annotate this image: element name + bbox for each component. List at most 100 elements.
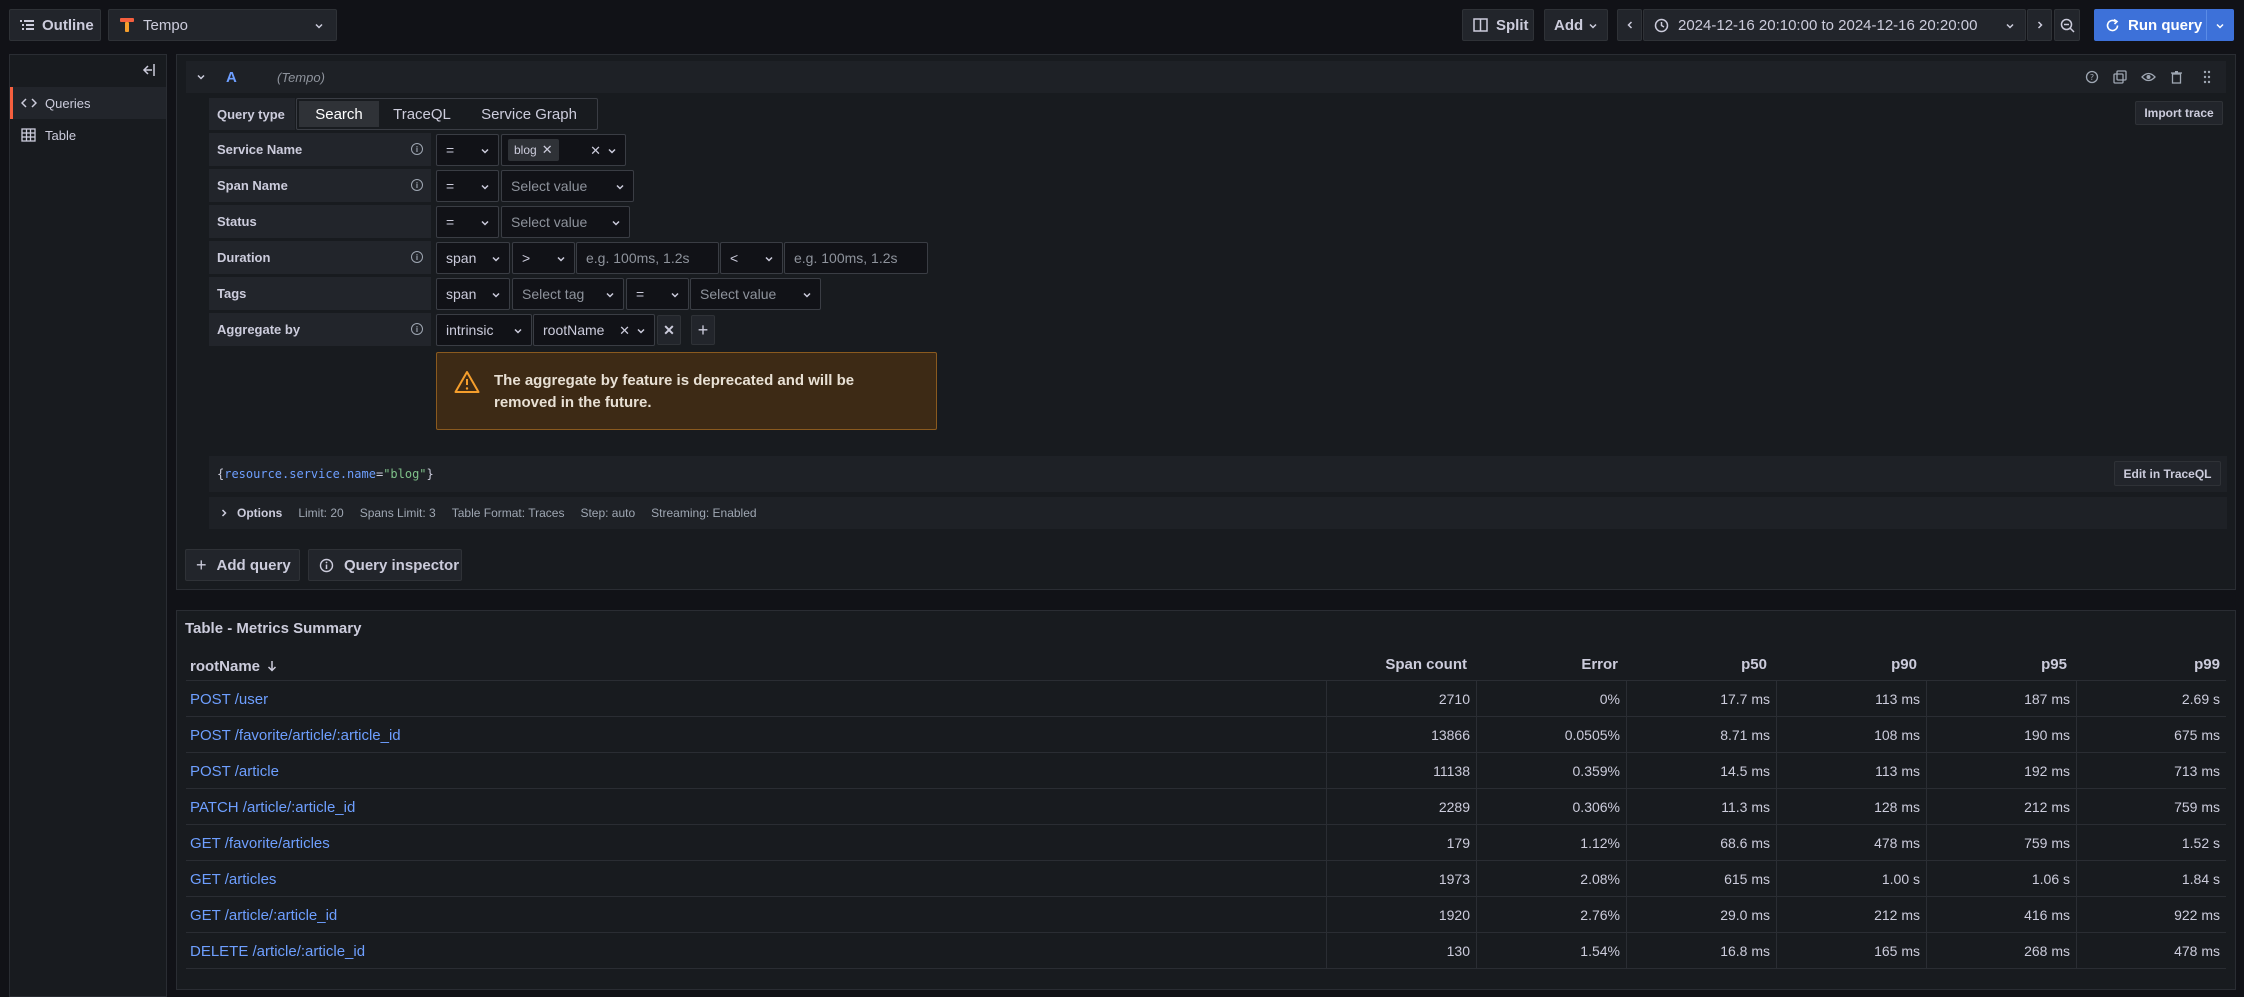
rootname-link[interactable]: PATCH /article/:article_id — [190, 799, 355, 816]
cell-p95: 1.06 s — [2031, 871, 2070, 887]
column-header-p99[interactable]: p99 — [2080, 656, 2220, 676]
eye-icon[interactable] — [2141, 71, 2156, 83]
aggregate-attribute-select[interactable]: rootName ✕ — [533, 314, 655, 346]
operator-value: < — [730, 250, 739, 266]
options-row[interactable]: Options Limit: 20 Spans Limit: 3 Table F… — [209, 497, 2227, 529]
clear-icon[interactable]: ✕ — [590, 143, 601, 159]
rootname-link[interactable]: DELETE /article/:article_id — [190, 943, 365, 960]
options-spans-limit: Spans Limit: 3 — [359, 506, 436, 520]
tags-operator[interactable]: = — [626, 278, 689, 310]
status-operator[interactable]: = — [436, 206, 499, 238]
chevron-down-icon — [491, 290, 501, 300]
plus-icon: + — [697, 319, 709, 340]
drag-handle-icon[interactable] — [2203, 70, 2211, 84]
rootname-link[interactable]: GET /articles — [190, 871, 276, 888]
collapse-query-icon[interactable] — [196, 72, 206, 82]
column-header-rootname[interactable]: rootName — [190, 656, 277, 676]
time-forward-button[interactable] — [2027, 9, 2052, 41]
tags-label: Tags — [209, 277, 431, 310]
tags-value-select[interactable]: Select value — [690, 278, 821, 310]
table-row: GET /article/:article_id 1920 2.76% 29.0… — [186, 897, 2226, 933]
query-type-label: Query type — [209, 98, 295, 130]
chevron-down-icon — [480, 218, 490, 228]
duration-min-input[interactable]: e.g. 100ms, 1.2s — [576, 242, 719, 274]
span-name-operator[interactable]: = — [436, 170, 499, 202]
time-back-button[interactable] — [1617, 9, 1642, 41]
tags-tag-select[interactable]: Select tag — [512, 278, 624, 310]
tags-scope-select[interactable]: span — [436, 278, 510, 310]
operator-value: > — [522, 250, 531, 266]
chevron-down-icon — [2005, 21, 2015, 31]
status-value-select[interactable]: Select value — [501, 206, 630, 238]
sidebar-item-queries[interactable]: Queries — [10, 87, 166, 119]
query-ref-id[interactable]: A — [226, 69, 237, 86]
cell-p90: 478 ms — [1874, 835, 1920, 851]
run-query-button[interactable]: Run query — [2094, 9, 2234, 41]
column-divider — [1326, 789, 1327, 825]
cell-span-count: 2289 — [1438, 799, 1470, 815]
column-divider — [1776, 897, 1777, 933]
column-divider — [1326, 861, 1327, 897]
column-divider — [1926, 933, 1927, 969]
list-icon — [20, 19, 34, 31]
add-query-button[interactable]: + Add query — [185, 549, 300, 581]
aggregate-scope-select[interactable]: intrinsic — [436, 314, 532, 346]
time-range-picker[interactable]: 2024-12-16 20:10:00 to 2024-12-16 20:20:… — [1643, 9, 2026, 41]
add-button[interactable]: Add — [1544, 9, 1608, 41]
sidebar-item-table[interactable]: Table — [10, 119, 166, 151]
operator-value: = — [636, 286, 645, 302]
query-type-service-graph[interactable]: Service Graph — [465, 101, 593, 127]
info-icon: i — [411, 143, 423, 155]
aggregate-by-label: Aggregate by i — [209, 313, 431, 346]
column-header-p95[interactable]: p95 — [1930, 656, 2067, 676]
remove-chip-icon[interactable]: ✕ — [542, 142, 553, 158]
help-icon[interactable]: ? — [2085, 70, 2099, 84]
table-row: GET /articles 1973 2.08% 615 ms 1.00 s 1… — [186, 861, 2226, 897]
cell-p90: 108 ms — [1874, 727, 1920, 743]
duration-min-operator[interactable]: > — [512, 242, 575, 274]
rootname-link[interactable]: POST /article — [190, 763, 279, 780]
rootname-link[interactable]: GET /article/:article_id — [190, 907, 337, 924]
placeholder: e.g. 100ms, 1.2s — [794, 250, 898, 266]
query-type-search[interactable]: Search — [299, 101, 379, 127]
zoom-out-button[interactable] — [2054, 9, 2080, 41]
service-name-value-select[interactable]: blog ✕ ✕ — [501, 134, 626, 166]
span-name-value-select[interactable]: Select value — [501, 170, 634, 202]
datasource-picker[interactable]: Tempo — [108, 9, 337, 41]
chevron-down-icon[interactable] — [2215, 21, 2225, 31]
column-header-p50[interactable]: p50 — [1630, 656, 1767, 676]
service-name-operator[interactable]: = — [436, 134, 499, 166]
column-header-p90[interactable]: p90 — [1780, 656, 1917, 676]
rootname-link[interactable]: POST /favorite/article/:article_id — [190, 727, 401, 744]
outline-button[interactable]: Outline — [9, 9, 101, 41]
collapse-sidebar-icon[interactable] — [139, 63, 155, 77]
column-divider — [1926, 753, 1927, 789]
import-trace-button[interactable]: Import trace — [2135, 101, 2223, 125]
duration-max-input[interactable]: e.g. 100ms, 1.2s — [784, 242, 928, 274]
cell-rootname: DELETE /article/:article_id — [190, 933, 365, 969]
column-header-label: Span count — [1385, 656, 1467, 673]
column-divider — [1476, 681, 1477, 717]
cell-p50: 17.7 ms — [1720, 691, 1770, 707]
edit-in-traceql-button[interactable]: Edit in TraceQL — [2114, 461, 2221, 486]
duration-max-operator[interactable]: < — [720, 242, 783, 274]
rootname-link[interactable]: GET /favorite/articles — [190, 835, 330, 852]
column-header-span-count[interactable]: Span count — [1330, 656, 1467, 676]
remove-aggregate-button[interactable]: ✕ — [657, 315, 681, 345]
service-name-label: Service Name i — [209, 133, 431, 166]
trash-icon[interactable] — [2170, 70, 2183, 84]
query-inspector-button[interactable]: Query inspector — [308, 549, 462, 581]
table-row: PATCH /article/:article_id 2289 0.306% 1… — [186, 789, 2226, 825]
column-divider — [1626, 717, 1627, 753]
add-aggregate-button[interactable]: + — [691, 315, 715, 345]
duration-scope-select[interactable]: span — [436, 242, 510, 274]
query-type-traceql[interactable]: TraceQL — [379, 101, 465, 127]
clear-icon[interactable]: ✕ — [619, 323, 630, 339]
column-header-error[interactable]: Error — [1480, 656, 1618, 676]
column-divider — [1776, 753, 1777, 789]
placeholder: Select value — [511, 178, 588, 194]
rootname-link[interactable]: POST /user — [190, 691, 268, 708]
split-button[interactable]: Split — [1462, 9, 1534, 41]
duplicate-icon[interactable] — [2113, 70, 2127, 84]
column-divider — [1326, 753, 1327, 789]
